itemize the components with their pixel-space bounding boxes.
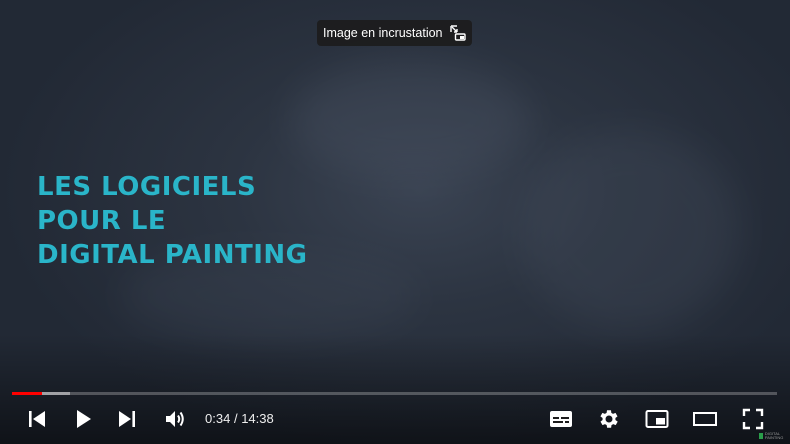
watermark-logo-icon [759,433,763,439]
next-icon [119,411,135,427]
volume-icon [166,411,184,427]
title-line-3: DIGITAL PAINTING [37,240,308,270]
duration: 14:38 [241,411,274,426]
previous-icon [29,411,45,427]
video-player[interactable]: LES LOGICIELS POUR LE DIGITAL PAINTING I… [0,0,790,444]
progress-played [12,392,42,395]
next-button[interactable] [108,400,146,438]
volume-button[interactable] [156,400,194,438]
title-line-1: LES LOGICIELS [37,172,257,202]
subtitles-icon [550,411,572,427]
pip-tooltip-label: Image en incrustation [323,26,443,40]
theater-mode-button[interactable] [686,400,724,438]
background-texture [520,130,740,330]
settings-button[interactable] [590,400,628,438]
time-display: 0:34 / 14:38 [205,411,274,426]
title-line-2: POUR LE [37,206,167,236]
previous-button[interactable] [18,400,56,438]
picture-in-picture-exit-icon[interactable] [449,24,467,42]
watermark-text: DIGITAL PAINTING [764,431,784,440]
pip-tooltip: Image en incrustation [317,20,472,46]
channel-watermark[interactable]: DIGITAL PAINTING [759,431,787,441]
fullscreen-icon [742,408,764,430]
background-texture [290,60,530,180]
video-title-overlay: LES LOGICIELS POUR LE DIGITAL PAINTING [37,170,307,272]
subtitles-button[interactable] [542,400,580,438]
player-controls: 0:34 / 14:38 [0,400,790,438]
time-separator: / [233,411,238,426]
play-icon [77,410,91,428]
play-button[interactable] [64,400,102,438]
current-time: 0:34 [205,411,231,426]
miniplayer-icon [645,410,669,428]
miniplayer-button[interactable] [638,400,676,438]
progress-bar[interactable] [12,392,777,395]
theater-mode-icon [693,412,717,426]
settings-gear-icon [600,410,618,428]
